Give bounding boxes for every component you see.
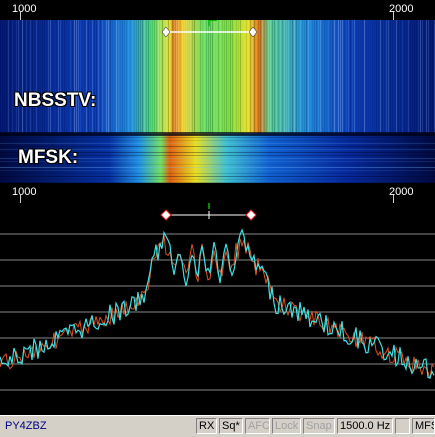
status-callsign: PY4ZBZ bbox=[5, 420, 47, 432]
spectrum-tune-flag-icon[interactable] bbox=[208, 203, 217, 209]
waterfall-display[interactable]: NBSSTV: MFSK: bbox=[0, 20, 435, 183]
scale-major-tick bbox=[393, 195, 394, 203]
mode-field[interactable]: MFS bbox=[412, 418, 435, 434]
lock-toggle[interactable]: Lock bbox=[272, 418, 301, 434]
spectrum-frequency-scale: 1000 2000 bbox=[0, 183, 435, 203]
scale-label-1000: 1000 bbox=[12, 186, 37, 198]
status-bar: PY4ZBZ RX Sq* AFC Lock Snap 1500.0 Hz MF… bbox=[0, 415, 435, 437]
waterfall-label-nbsstv: NBSSTV: bbox=[14, 90, 97, 111]
spectrum-lower-edge-marker[interactable] bbox=[160, 209, 172, 221]
spectrum-grid bbox=[0, 233, 435, 391]
frequency-readout[interactable]: 1500.0 Hz bbox=[337, 418, 393, 434]
afc-toggle[interactable]: AFC bbox=[245, 418, 270, 434]
scale-label-1000: 1000 bbox=[12, 3, 37, 15]
scale-major-tick bbox=[393, 12, 394, 20]
scale-major-tick bbox=[20, 195, 21, 203]
waterfall-nbsstv-band bbox=[0, 20, 435, 133]
status-blank-field bbox=[395, 418, 410, 434]
spectrum-canvas bbox=[0, 203, 435, 391]
scale-major-tick bbox=[20, 12, 21, 20]
rx-indicator[interactable]: RX bbox=[196, 418, 217, 434]
waterfall-label-mfsk: MFSK: bbox=[18, 147, 79, 168]
snap-toggle[interactable]: Snap bbox=[303, 418, 335, 434]
spectrum-display[interactable] bbox=[0, 203, 435, 415]
spectrum-upper-edge-marker[interactable] bbox=[245, 209, 257, 221]
squelch-toggle[interactable]: Sq* bbox=[219, 418, 243, 434]
spectrum-trace-live bbox=[0, 228, 435, 379]
waterfall-frequency-scale: 1000 2000 bbox=[0, 0, 435, 20]
